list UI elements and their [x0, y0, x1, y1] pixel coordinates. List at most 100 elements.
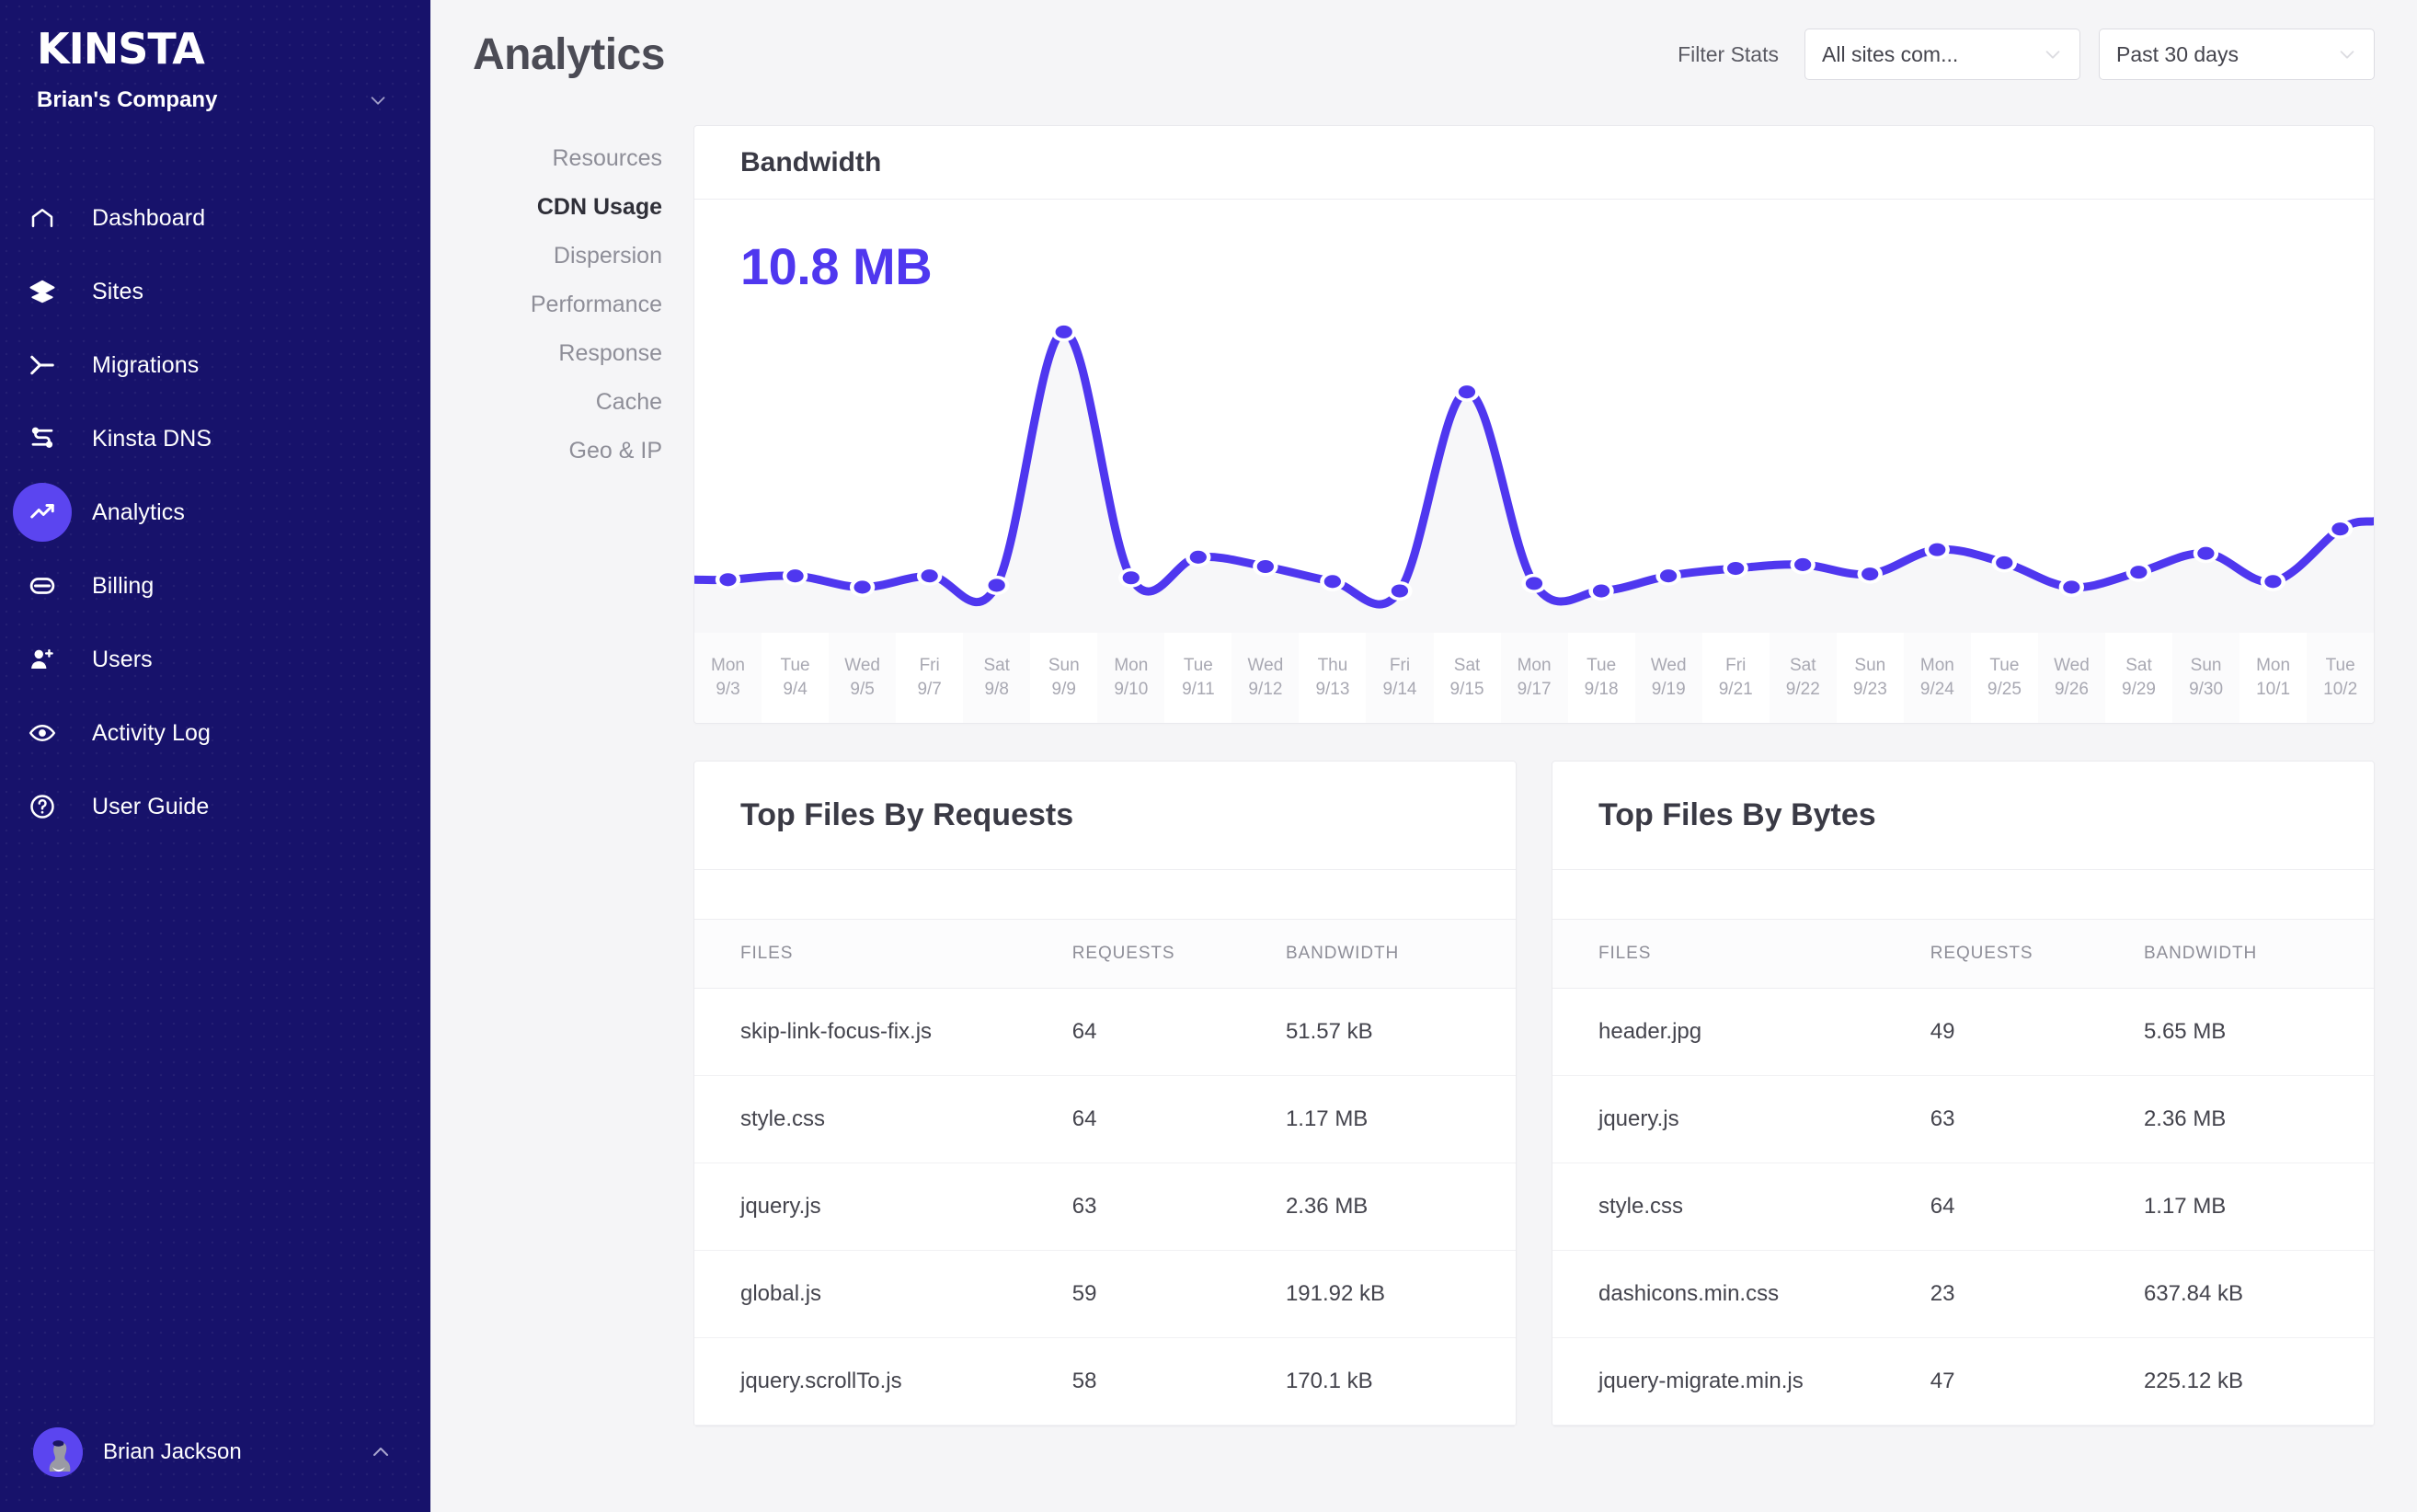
sidebar: KINSTA Brian's Company Dashboard Sites M… [0, 0, 430, 1512]
table-row[interactable]: header.jpg 49 5.65 MB [1552, 988, 2374, 1076]
x-tick-date: 9/10 [1114, 680, 1149, 699]
x-tick-date: 9/21 [1718, 680, 1753, 699]
eye-icon [13, 704, 72, 762]
cell-file: style.css [1552, 1163, 1930, 1251]
column-header-bandwidth[interactable]: BANDWIDTH [1285, 920, 1516, 989]
bandwidth-total-value: 10.8 MB [740, 237, 933, 295]
tab-geo-ip[interactable]: Geo & IP [569, 427, 670, 475]
bandwidth-line-chart [694, 296, 2374, 633]
table-row[interactable]: global.js 59 191.92 kB [694, 1250, 1516, 1338]
cell-file: dashicons.min.css [1552, 1250, 1930, 1338]
x-axis-tick: Sun 9/9 [1030, 633, 1097, 723]
x-axis-tick: Sat 9/8 [963, 633, 1031, 723]
table-toolbar-spacer [694, 870, 1516, 920]
column-header-files[interactable]: FILES [1552, 920, 1930, 989]
x-tick-day: Tue [1989, 655, 2020, 675]
table-row[interactable]: jquery.js 63 2.36 MB [1552, 1075, 2374, 1163]
x-tick-day: Fri [1725, 655, 1747, 675]
x-tick-day: Wed [844, 655, 880, 675]
tab-resources[interactable]: Resources [553, 134, 670, 183]
tab-performance[interactable]: Performance [531, 281, 670, 329]
x-axis-tick: Mon 9/3 [694, 633, 762, 723]
sidebar-nav: Dashboard Sites Migrations Kinsta DNS An… [0, 181, 430, 843]
app-root: KINSTA Brian's Company Dashboard Sites M… [0, 0, 2417, 1512]
sidebar-item-migrations[interactable]: Migrations [0, 328, 430, 402]
x-tick-date: 9/29 [2122, 680, 2156, 699]
bandwidth-chart[interactable]: Mon 9/3Tue 9/4Wed 9/5Fri 9/7Sat 9/8Sun 9… [694, 296, 2374, 633]
cell-file: skip-link-focus-fix.js [694, 988, 1072, 1076]
tab-response[interactable]: Response [558, 329, 670, 378]
column-header-bandwidth[interactable]: BANDWIDTH [2143, 920, 2374, 989]
x-tick-date: 9/12 [1248, 680, 1283, 699]
tab-cdn-usage[interactable]: CDN Usage [537, 183, 670, 232]
sidebar-item-label: Users [92, 646, 153, 672]
x-tick-date: 9/11 [1182, 680, 1215, 699]
table-header-row: FILES REQUESTS BANDWIDTH [1552, 920, 2374, 989]
cell-file: jquery-migrate.min.js [1552, 1337, 1930, 1426]
sidebar-item-analytics[interactable]: Analytics [0, 475, 430, 549]
x-axis-tick: Wed 9/12 [1231, 633, 1300, 723]
tables-row: Top Files By Requests FILES REQUESTS BAN… [693, 761, 2375, 1426]
x-tick-day: Thu [1317, 655, 1348, 675]
table-row[interactable]: jquery-migrate.min.js 47 225.12 kB [1552, 1337, 2374, 1426]
top-files-by-requests-card: Top Files By Requests FILES REQUESTS BAN… [693, 761, 1517, 1426]
company-switcher[interactable]: Brian's Company [37, 87, 394, 113]
user-menu[interactable]: Brian Jackson [0, 1392, 430, 1512]
table-row[interactable]: jquery.js 63 2.36 MB [694, 1163, 1516, 1251]
x-axis-tick: Mon 9/10 [1097, 633, 1165, 723]
x-axis-tick: Sat 9/29 [2105, 633, 2172, 723]
date-range-select[interactable]: Past 30 days [2099, 29, 2375, 80]
content-column: Bandwidth 10.8 MB Mon 9/3 Tue 9/4 Wed 9/5 F… [670, 109, 2375, 1426]
table-row[interactable]: jquery.scrollTo.js 58 170.1 kB [694, 1337, 1516, 1426]
site-filter-select[interactable]: All sites com... [1804, 29, 2080, 80]
x-tick-date: 10/1 [2256, 680, 2291, 699]
cell-bandwidth: 170.1 kB [1285, 1337, 1516, 1426]
cell-bandwidth: 2.36 MB [2143, 1075, 2374, 1163]
trend-up-icon [13, 483, 72, 542]
x-tick-day: Wed [1650, 655, 1687, 675]
column-header-files[interactable]: FILES [694, 920, 1072, 989]
sidebar-item-users[interactable]: Users [0, 623, 430, 696]
x-tick-date: 9/14 [1382, 680, 1417, 699]
column-header-requests[interactable]: REQUESTS [1071, 920, 1286, 989]
x-tick-day: Wed [1247, 655, 1284, 675]
x-axis-tick: Mon 9/17 [1500, 633, 1568, 723]
sidebar-item-user-guide[interactable]: User Guide [0, 770, 430, 843]
x-axis-tick: Sun 9/30 [2172, 633, 2240, 723]
sidebar-item-kinsta-dns[interactable]: Kinsta DNS [0, 402, 430, 475]
cell-requests: 64 [1071, 1075, 1286, 1163]
chevron-up-icon[interactable] [370, 1441, 392, 1463]
tab-dispersion[interactable]: Dispersion [554, 232, 670, 281]
sidebar-brand: KINSTA Brian's Company [0, 0, 430, 113]
cell-file: jquery.js [1552, 1075, 1930, 1163]
column-header-requests[interactable]: REQUESTS [1930, 920, 2144, 989]
body-row: Resources CDN Usage Dispersion Performan… [430, 109, 2417, 1426]
x-tick-date: 10/2 [2323, 680, 2358, 699]
sidebar-item-label: Analytics [92, 498, 185, 525]
x-tick-day: Sun [2190, 655, 2222, 675]
company-name: Brian's Company [37, 87, 218, 112]
table-row[interactable]: skip-link-focus-fix.js 64 51.57 kB [694, 988, 1516, 1076]
sidebar-item-sites[interactable]: Sites [0, 255, 430, 328]
top-files-by-bytes-card: Top Files By Bytes FILES REQUESTS BANDWI… [1552, 761, 2375, 1426]
table-row[interactable]: dashicons.min.css 23 637.84 kB [1552, 1250, 2374, 1338]
sidebar-item-dashboard[interactable]: Dashboard [0, 181, 430, 255]
table-row[interactable]: style.css 64 1.17 MB [694, 1075, 1516, 1163]
x-tick-day: Tue [2325, 655, 2355, 675]
chevron-down-icon [2043, 44, 2063, 64]
sidebar-item-label: Billing [92, 572, 155, 599]
sidebar-item-label: Kinsta DNS [92, 425, 212, 452]
table-row[interactable]: style.css 64 1.17 MB [1552, 1163, 2374, 1251]
kinsta-logo: KINSTA [37, 24, 205, 74]
x-tick-day: Sun [1854, 655, 1886, 675]
x-axis-tick: Tue 9/18 [1568, 633, 1635, 723]
tab-cache[interactable]: Cache [596, 378, 670, 427]
sidebar-item-activity-log[interactable]: Activity Log [0, 696, 430, 770]
x-tick-day: Fri [1389, 655, 1411, 675]
date-range-value: Past 30 days [2116, 41, 2239, 66]
cell-requests: 58 [1071, 1337, 1286, 1426]
sidebar-item-label: Migrations [92, 351, 200, 378]
x-axis-tick: Mon 10/1 [2239, 633, 2307, 723]
analytics-subnav: Resources CDN Usage Dispersion Performan… [473, 109, 670, 1426]
sidebar-item-billing[interactable]: Billing [0, 549, 430, 623]
